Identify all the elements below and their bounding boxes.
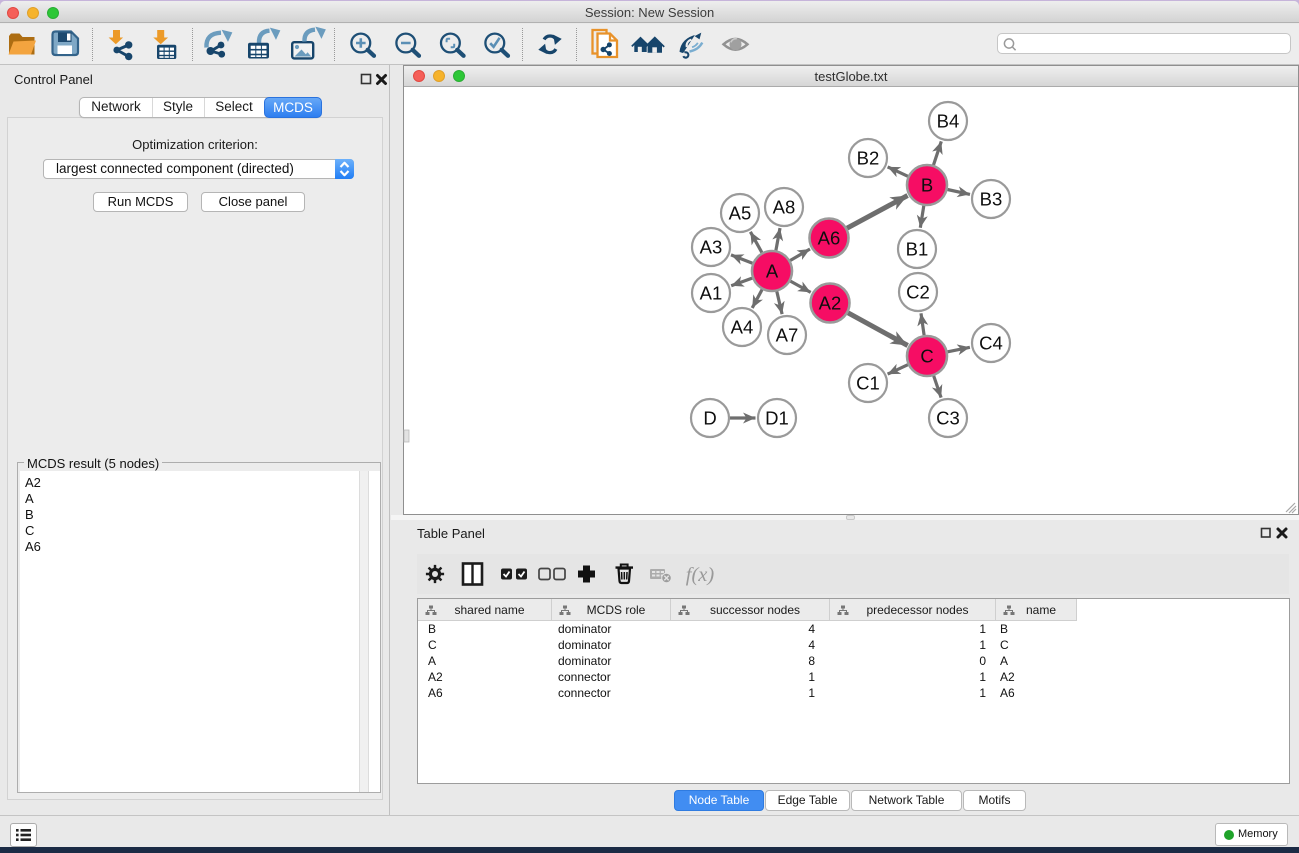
svg-text:A7: A7: [776, 325, 799, 346]
svg-text:C3: C3: [936, 408, 960, 429]
svg-text:A1: A1: [700, 283, 723, 304]
svg-text:A2: A2: [819, 293, 842, 314]
svg-text:B1: B1: [906, 239, 929, 260]
svg-text:A: A: [766, 261, 779, 282]
svg-text:A5: A5: [729, 203, 752, 224]
svg-text:f(x): f(x): [686, 564, 715, 586]
svg-text:A6: A6: [818, 228, 841, 249]
svg-text:C4: C4: [979, 333, 1003, 354]
svg-text:C: C: [920, 346, 933, 367]
svg-text:B4: B4: [937, 111, 960, 132]
svg-text:C1: C1: [856, 373, 880, 394]
svg-text:C2: C2: [906, 282, 930, 303]
svg-text:B: B: [921, 175, 933, 196]
svg-text:B2: B2: [857, 148, 880, 169]
svg-text:D1: D1: [765, 408, 789, 429]
svg-text:D: D: [703, 408, 716, 429]
svg-text:B3: B3: [980, 189, 1003, 210]
svg-text:A4: A4: [731, 317, 754, 338]
svg-text:A3: A3: [700, 237, 723, 258]
svg-text:A8: A8: [773, 197, 796, 218]
